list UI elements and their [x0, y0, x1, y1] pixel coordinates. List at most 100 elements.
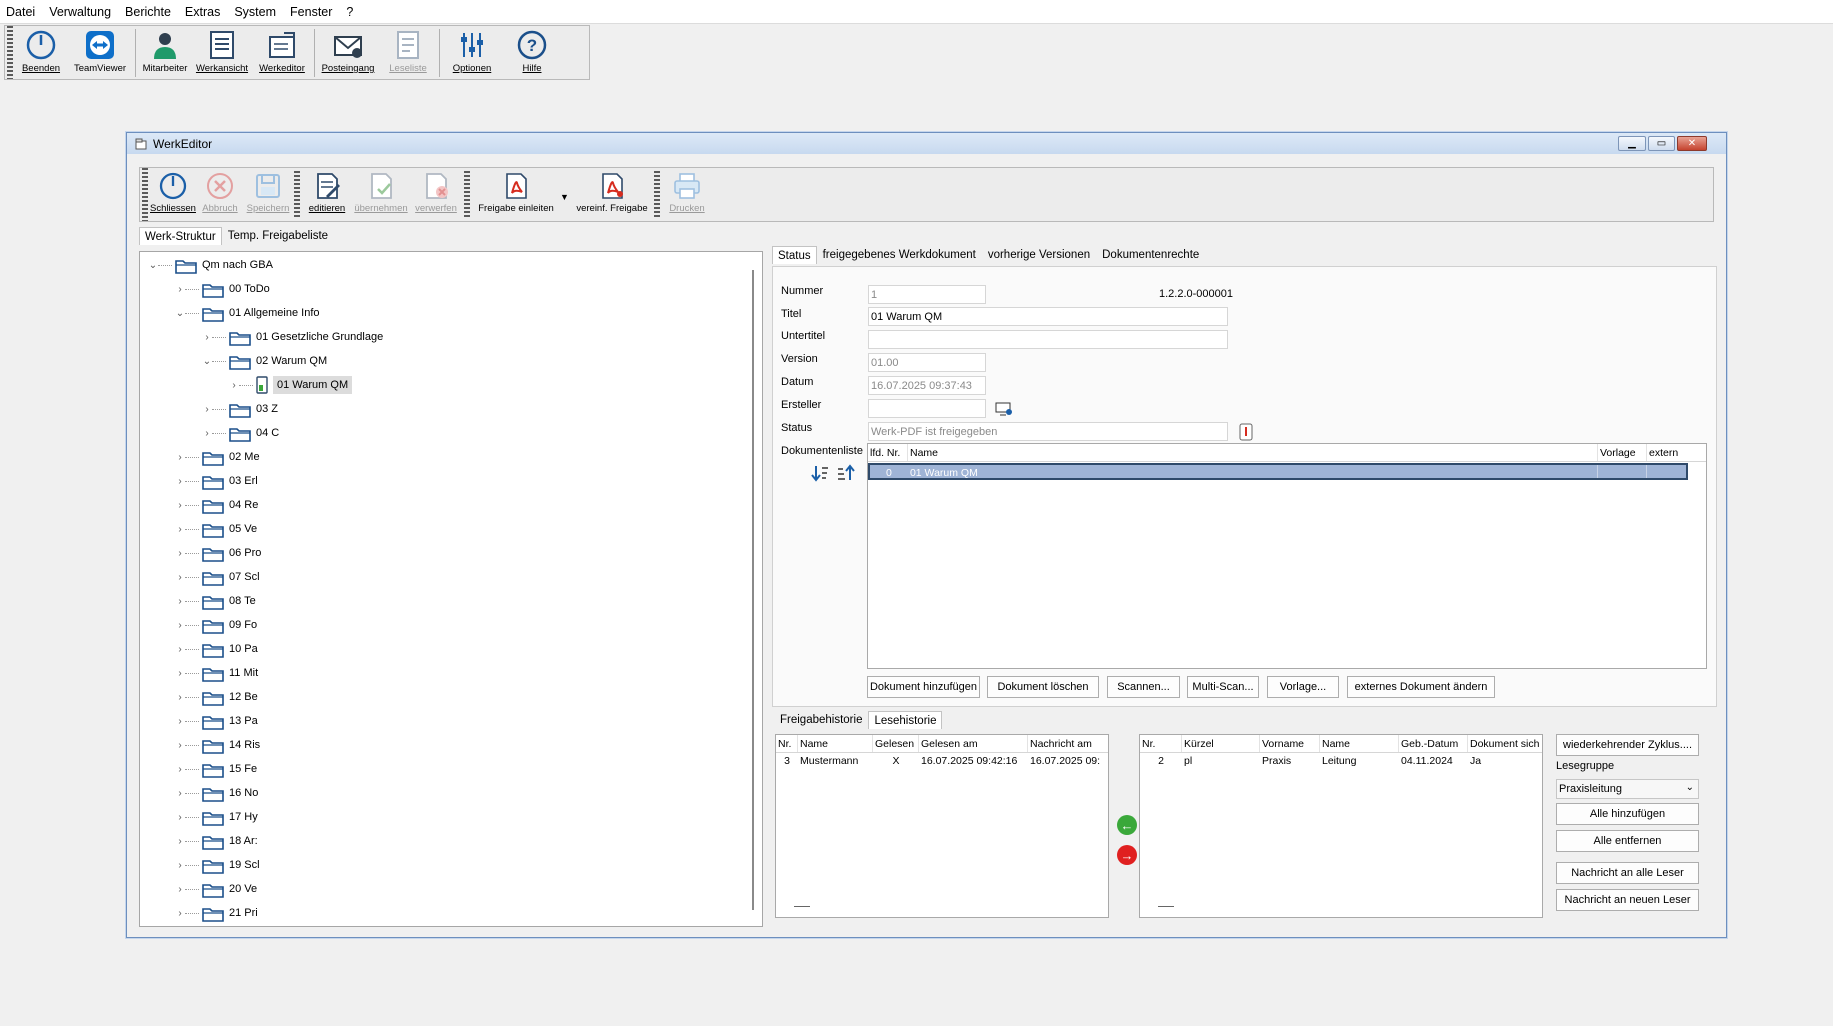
posteingang-button[interactable]: Posteingang: [317, 26, 379, 79]
minimize-button[interactable]: ▁: [1618, 136, 1646, 151]
tree-node[interactable]: › 05 Ve: [175, 519, 257, 539]
toolbar-grip[interactable]: [7, 26, 13, 79]
dokument-loeschen-button[interactable]: Dokument löschen: [987, 676, 1099, 698]
tree-node[interactable]: › 16 No: [175, 783, 258, 803]
version-field[interactable]: 01.00: [868, 353, 986, 372]
expand-icon[interactable]: ›: [175, 668, 185, 679]
tree-node[interactable]: › 15 Fe: [175, 759, 257, 779]
vereinf-freigabe-button[interactable]: vereinf. Freigabe: [572, 168, 652, 221]
tab-lesehistorie[interactable]: Lesehistorie: [868, 711, 943, 729]
collapse-icon[interactable]: ⌄: [202, 356, 212, 367]
collapse-icon[interactable]: ⌄: [148, 260, 158, 271]
expand-icon[interactable]: ›: [175, 596, 185, 607]
vorlage-button[interactable]: Vorlage...: [1267, 676, 1339, 698]
menu-system[interactable]: System: [234, 5, 276, 19]
expand-icon[interactable]: ›: [175, 692, 185, 703]
tree-node[interactable]: › 04 C: [202, 423, 279, 443]
tree-node[interactable]: ⌄ 01 Allgemeine Info: [175, 303, 320, 323]
tab-status[interactable]: Status: [772, 246, 817, 264]
multi-scan-button[interactable]: Multi-Scan...: [1187, 676, 1259, 698]
tree-node[interactable]: › 00 ToDo: [175, 279, 270, 299]
tree-node[interactable]: › 13 Pa: [175, 711, 258, 731]
user-select-icon[interactable]: [995, 401, 1013, 417]
menu-help[interactable]: ?: [346, 5, 353, 19]
expand-icon[interactable]: ›: [175, 524, 185, 535]
expand-icon[interactable]: ›: [175, 284, 185, 295]
expand-icon[interactable]: ›: [175, 716, 185, 727]
expand-icon[interactable]: ›: [202, 404, 212, 415]
datum-field[interactable]: 16.07.2025 09:37:43: [868, 376, 986, 395]
expand-icon[interactable]: ›: [202, 332, 212, 343]
remove-reader-icon[interactable]: →: [1117, 845, 1137, 865]
schliessen-button[interactable]: Schliessen: [150, 168, 196, 221]
expand-icon[interactable]: ›: [175, 452, 185, 463]
tree-node[interactable]: › 20 Ve: [175, 879, 257, 899]
close-button[interactable]: ✕: [1677, 136, 1707, 151]
window-titlebar[interactable]: WerkEditor ▁ ▭ ✕: [127, 133, 1726, 154]
alle-hinzufuegen-button[interactable]: Alle hinzufügen: [1556, 803, 1699, 825]
expand-icon[interactable]: ›: [175, 548, 185, 559]
collapse-icon[interactable]: ⌄: [175, 308, 185, 319]
werkansicht-button[interactable]: Werkansicht: [192, 26, 252, 79]
drucken-button[interactable]: Drucken: [662, 168, 712, 221]
tab-freigabehistorie[interactable]: Freigabehistorie: [774, 710, 868, 729]
chevron-down-icon[interactable]: ▼: [560, 168, 572, 202]
expand-icon[interactable]: ›: [175, 908, 185, 919]
sort-descending-icon[interactable]: [811, 464, 829, 482]
tree-node[interactable]: › 19 Scl: [175, 855, 260, 875]
expand-icon[interactable]: ›: [175, 476, 185, 487]
abbruch-button[interactable]: Abbruch: [196, 168, 244, 221]
expand-icon[interactable]: ›: [202, 428, 212, 439]
tree-node[interactable]: › 17 Hy: [175, 807, 258, 827]
menu-berichte[interactable]: Berichte: [125, 5, 171, 19]
editieren-button[interactable]: editieren: [302, 168, 352, 221]
beenden-button[interactable]: Beenden: [15, 26, 67, 79]
externes-dokument-aendern-button[interactable]: externes Dokument ändern: [1347, 676, 1495, 698]
tree-node[interactable]: › 14 Ris: [175, 735, 260, 755]
freigabe-einleiten-button[interactable]: Freigabe einleiten: [472, 168, 560, 221]
tree-node[interactable]: › 18 Ar:: [175, 831, 258, 851]
speichern-button[interactable]: Speichern: [244, 168, 292, 221]
leseliste-button[interactable]: Leseliste: [379, 26, 437, 79]
menu-datei[interactable]: Datei: [6, 5, 35, 19]
expand-icon[interactable]: ›: [175, 620, 185, 631]
alle-entfernen-button[interactable]: Alle entfernen: [1556, 830, 1699, 852]
expand-icon[interactable]: ›: [175, 500, 185, 511]
tree-node[interactable]: ⌄ Qm nach GBA: [148, 255, 273, 275]
teamviewer-button[interactable]: TeamViewer: [67, 26, 133, 79]
scannen-button[interactable]: Scannen...: [1107, 676, 1180, 698]
tree-node[interactable]: › 07 Scl: [175, 567, 260, 587]
titel-field[interactable]: 01 Warum QM: [868, 307, 1228, 326]
wiederkehrender-zyklus-button[interactable]: wiederkehrender Zyklus....: [1556, 734, 1699, 756]
tree-node[interactable]: › 01 Warum QM: [229, 375, 353, 395]
table-row[interactable]: 2 pl Praxis Leitung 04.11.2024 Ja: [1140, 753, 1542, 770]
expand-icon[interactable]: ›: [175, 884, 185, 895]
nachricht-neuen-leser-button[interactable]: Nachricht an neuen Leser: [1556, 889, 1699, 911]
tab-dokumentenrechte[interactable]: Dokumentenrechte: [1096, 245, 1205, 264]
werkeditor-button[interactable]: Werkeditor: [252, 26, 312, 79]
untertitel-field[interactable]: [868, 330, 1228, 349]
menu-extras[interactable]: Extras: [185, 5, 220, 19]
expand-icon[interactable]: ›: [175, 764, 185, 775]
scroll-grip[interactable]: [1158, 906, 1174, 907]
nummer-field[interactable]: 1: [868, 285, 986, 304]
tree-node[interactable]: ⌄ 02 Warum QM: [202, 351, 327, 371]
tree-node[interactable]: › 21 Pri: [175, 903, 258, 923]
lesegruppe-select[interactable]: Praxisleitung ⌄: [1556, 779, 1699, 799]
sort-ascending-icon[interactable]: [837, 464, 855, 482]
expand-icon[interactable]: ›: [175, 788, 185, 799]
menu-verwaltung[interactable]: Verwaltung: [49, 5, 111, 19]
tree-node[interactable]: › 06 Pro: [175, 543, 261, 563]
tree-node[interactable]: › 01 Gesetzliche Grundlage: [202, 327, 383, 347]
ersteller-field[interactable]: [868, 399, 986, 418]
mitarbeiter-button[interactable]: Mitarbeiter: [138, 26, 192, 79]
tab-temp-freigabeliste[interactable]: Temp. Freigabeliste: [222, 226, 334, 245]
tree-node[interactable]: › 09 Fo: [175, 615, 257, 635]
nachricht-alle-leser-button[interactable]: Nachricht an alle Leser: [1556, 862, 1699, 884]
table-row[interactable]: 0 01 Warum QM: [868, 463, 1688, 480]
tree-node[interactable]: › 12 Be: [175, 687, 258, 707]
menu-fenster[interactable]: Fenster: [290, 5, 332, 19]
add-reader-icon[interactable]: ←: [1117, 815, 1137, 835]
expand-icon[interactable]: ›: [175, 644, 185, 655]
tree-node[interactable]: › 10 Pa: [175, 639, 258, 659]
